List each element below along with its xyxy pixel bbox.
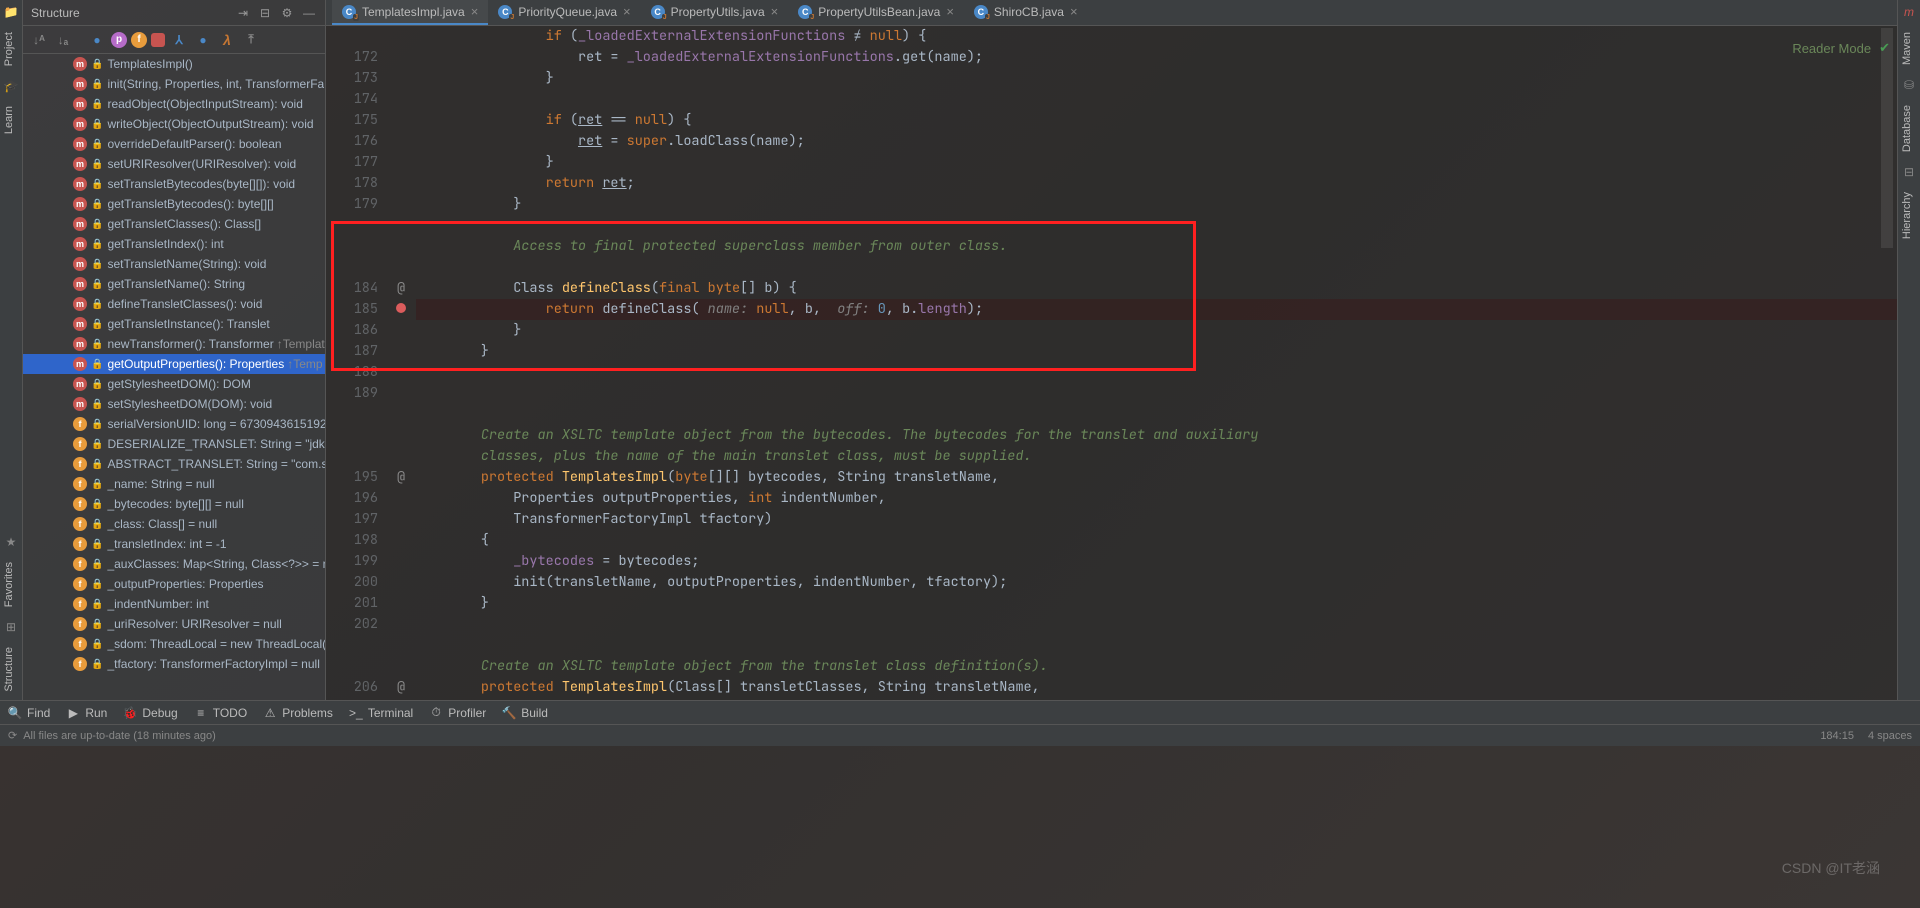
structure-item[interactable]: m🔒init(String, Properties, int, Transfor… (23, 74, 325, 94)
right-tool-gutter: m Maven ⛁ Database ⊟ Hierarchy (1897, 0, 1920, 700)
code-area[interactable]: 1721731741751761771781791841851861871881… (326, 26, 1897, 719)
toolbar-todo[interactable]: ≡TODO (194, 706, 247, 720)
code-content[interactable]: if (_loadedExternalExtensionFunctions ≠ … (416, 26, 1897, 719)
structure-item[interactable]: m🔒readObject(ObjectInputStream): void (23, 94, 325, 114)
toolbar-debug[interactable]: 🐞Debug (123, 706, 177, 720)
structure-item[interactable]: f🔒_transletIndex: int = -1 (23, 534, 325, 554)
structure-item[interactable]: f🔒_outputProperties: Properties (23, 574, 325, 594)
structure-item[interactable]: m🔒getTransletInstance(): Translet (23, 314, 325, 334)
structure-item[interactable]: m🔒setStylesheetDOM(DOM): void (23, 394, 325, 414)
close-icon[interactable]: × (1070, 4, 1078, 19)
gear-icon[interactable]: ⚙ (279, 5, 295, 21)
show-class-icon[interactable]: ● (87, 30, 107, 50)
structure-item[interactable]: f🔒_bytecodes: byte[][] = null (23, 494, 325, 514)
status-message: All files are up-to-date (18 minutes ago… (23, 730, 216, 742)
structure-item[interactable]: m🔒overrideDefaultParser(): boolean (23, 134, 325, 154)
editor-tab[interactable]: CPriorityQueue.java× (488, 0, 640, 25)
toolbar-run[interactable]: ▶Run (66, 706, 107, 720)
gutter-tab-hierarchy[interactable]: Hierarchy (1898, 184, 1920, 247)
structure-item[interactable]: f🔒_uriResolver: URIResolver = null (23, 614, 325, 634)
gutter-tab-learn[interactable]: Learn (0, 98, 22, 142)
collapse-icon[interactable]: ⇥ (235, 5, 251, 21)
toolbar-find[interactable]: 🔍Find (8, 706, 50, 720)
structure-item[interactable]: m🔒setTransletBytecodes(byte[][]): void (23, 174, 325, 194)
structure-item[interactable]: m🔒getOutputProperties(): Properties↑Temp (23, 354, 325, 374)
toolbar-profiler[interactable]: ⏱Profiler (429, 706, 486, 720)
line-gutter[interactable]: 1721731741751761771781791841851861871881… (326, 26, 386, 719)
show-nonpublic-icon[interactable] (151, 33, 165, 47)
hierarchy-icon[interactable]: ⊟ (1901, 164, 1917, 180)
close-icon[interactable]: × (623, 4, 631, 19)
status-bar: ⟳ All files are up-to-date (18 minutes a… (0, 724, 1920, 746)
database-icon[interactable]: ⛁ (1901, 77, 1917, 93)
show-anon-icon[interactable]: ● (193, 30, 213, 50)
structure-list[interactable]: m🔒TemplatesImpl()m🔒init(String, Properti… (23, 54, 325, 700)
close-icon[interactable]: × (946, 4, 954, 19)
structure-item[interactable]: m🔒setURIResolver(URIResolver): void (23, 154, 325, 174)
toolbar-terminal[interactable]: >_Terminal (349, 706, 413, 720)
toolbar-build[interactable]: 🔨Build (502, 706, 548, 720)
structure-item[interactable]: m🔒getStylesheetDOM(): DOM (23, 374, 325, 394)
left-tool-gutter: 📁 Project 🎓 Learn ★ Favorites ⊞ Structur… (0, 0, 23, 700)
structure-item[interactable]: f🔒_sdom: ThreadLocal = new ThreadLocal() (23, 634, 325, 654)
show-properties-icon[interactable]: p (111, 32, 127, 48)
reader-mode-toggle[interactable]: Reader Mode✔ (1792, 40, 1890, 56)
show-fields-icon[interactable]: f (131, 32, 147, 48)
structure-item[interactable]: m🔒getTransletIndex(): int (23, 234, 325, 254)
structure-item[interactable]: m🔒defineTransletClasses(): void (23, 294, 325, 314)
gutter-tab-structure[interactable]: Structure (0, 639, 22, 700)
structure-item[interactable]: f🔒ABSTRACT_TRANSLET: String = "com.sur… (23, 454, 325, 474)
show-inherited-icon[interactable]: ⅄ (169, 30, 189, 50)
editor-tab[interactable]: CPropertyUtils.java× (641, 0, 789, 25)
editor-tab[interactable]: CPropertyUtilsBean.java× (788, 0, 964, 25)
close-icon[interactable]: × (771, 4, 779, 19)
bottom-toolbar: 🔍Find ▶Run 🐞Debug ≡TODO ⚠Problems >_Terminal ⏱… (0, 700, 1920, 724)
project-icon[interactable]: 📁 (3, 4, 19, 20)
gutter-tab-project[interactable]: Project (0, 24, 22, 74)
indent-info[interactable]: 4 spaces (1868, 730, 1912, 742)
structure-panel: Structure ⇥ ⊟ ⚙ — ↓ᴬ ↓ₐ ● p f ⅄ ● λ ⤒ m🔒… (23, 0, 326, 700)
scrollbar-marker[interactable] (1881, 28, 1893, 248)
show-lambda-icon[interactable]: λ (217, 30, 237, 50)
toolbar-problems[interactable]: ⚠Problems (263, 706, 333, 720)
structure-icon[interactable]: ⊞ (3, 619, 19, 635)
structure-item[interactable]: f🔒_name: String = null (23, 474, 325, 494)
sync-icon: ⟳ (8, 729, 17, 742)
structure-item[interactable]: m🔒newTransformer(): Transformer↑Templat (23, 334, 325, 354)
structure-item[interactable]: m🔒getTransletBytecodes(): byte[][] (23, 194, 325, 214)
structure-item[interactable]: f🔒_tfactory: TransformerFactoryImpl = nu… (23, 654, 325, 674)
close-icon[interactable]: × (471, 4, 479, 19)
structure-item[interactable]: f🔒_indentNumber: int (23, 594, 325, 614)
structure-item[interactable]: m🔒getTransletName(): String (23, 274, 325, 294)
structure-item[interactable]: m🔒writeObject(ObjectOutputStream): void (23, 114, 325, 134)
structure-item[interactable]: f🔒serialVersionUID: long = 6730943615192… (23, 414, 325, 434)
sort-az-icon[interactable]: ↓ᴬ (29, 30, 49, 50)
gutter-tab-favorites[interactable]: Favorites (0, 554, 22, 615)
expand-icon[interactable]: ⊟ (257, 5, 273, 21)
editor-tab[interactable]: CTemplatesImpl.java× (332, 0, 488, 25)
structure-title: Structure (31, 6, 229, 20)
editor-area: CTemplatesImpl.java×CPriorityQueue.java×… (326, 0, 1897, 700)
check-icon: ✔ (1879, 40, 1890, 56)
gutter-marks[interactable]: @@@ (386, 26, 416, 719)
autoscroll-icon[interactable]: ⤒ (241, 30, 261, 50)
gutter-tab-maven[interactable]: Maven (1898, 24, 1920, 73)
structure-item[interactable]: m🔒getTransletClasses(): Class[] (23, 214, 325, 234)
cursor-position[interactable]: 184:15 (1820, 730, 1854, 742)
gutter-tab-database[interactable]: Database (1898, 97, 1920, 160)
watermark: CSDN @IT老涵 (1782, 858, 1880, 878)
sort-vis-icon[interactable]: ↓ₐ (53, 30, 73, 50)
structure-item[interactable]: m🔒setTransletName(String): void (23, 254, 325, 274)
editor-tabs: CTemplatesImpl.java×CPriorityQueue.java×… (326, 0, 1897, 26)
structure-item[interactable]: f🔒_class: Class[] = null (23, 514, 325, 534)
learn-icon[interactable]: 🎓 (3, 78, 19, 94)
maven-icon[interactable]: m (1901, 4, 1917, 20)
structure-item[interactable]: f🔒_auxClasses: Map<String, Class<?>> = n… (23, 554, 325, 574)
structure-item[interactable]: f🔒DESERIALIZE_TRANSLET: String = "jdk.xm… (23, 434, 325, 454)
minimize-icon[interactable]: — (301, 5, 317, 21)
favorites-icon[interactable]: ★ (3, 534, 19, 550)
structure-item[interactable]: m🔒TemplatesImpl() (23, 54, 325, 74)
editor-tab[interactable]: CShiroCB.java× (964, 0, 1088, 25)
